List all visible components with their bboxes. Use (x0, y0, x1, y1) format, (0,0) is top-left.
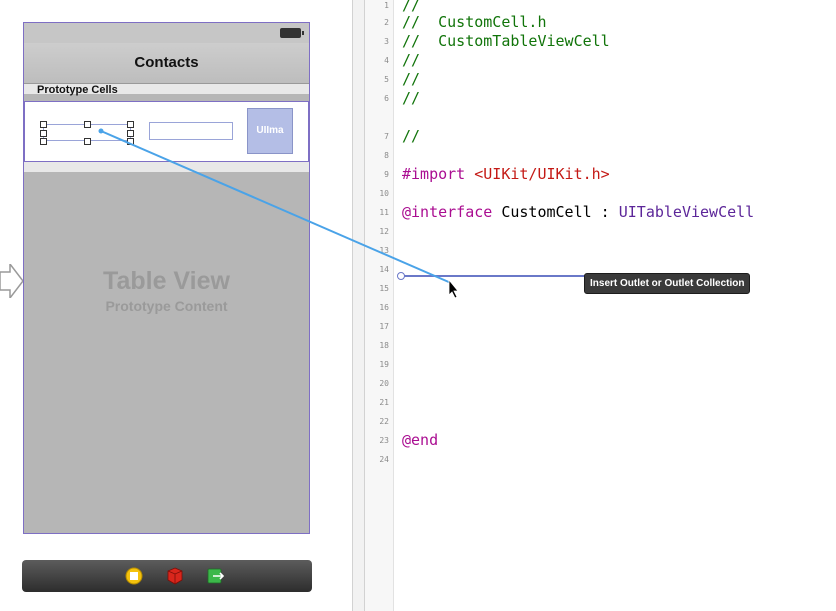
code-line[interactable]: // (402, 51, 420, 69)
code-token: // (402, 51, 421, 69)
first-responder-icon[interactable] (166, 567, 184, 585)
line-number: 14 (379, 265, 389, 274)
assistant-code-editor[interactable]: 1 2 3 4 5 6 7 8 9 10 11 12 13 14 15 16 17 18 19 20 21 22 23 24 … (365, 0, 836, 611)
code-token: #import (402, 165, 475, 183)
line-number: 13 (379, 246, 389, 255)
line-number: 10 (379, 189, 389, 198)
initial-scene-arrow-icon (0, 264, 24, 298)
code-line[interactable]: // (402, 127, 420, 145)
line-number-gutter: 1 2 3 4 5 6 7 8 9 10 11 12 13 14 15 16 17 18 19 20 21 22 23 24 (365, 0, 394, 611)
outlet-insertion-indicator (400, 275, 586, 277)
code-token: // CustomTableViewCell (402, 32, 610, 50)
table-view-controller-scene[interactable]: Contacts Prototype Cells UIIma Table Vie… (23, 22, 310, 534)
code-token: // CustomCell.h (402, 13, 547, 31)
code-token: CustomCell : (492, 203, 619, 221)
code-token: // (402, 0, 421, 14)
line-number: 11 (379, 208, 389, 217)
section-label: Prototype Cells (37, 84, 118, 96)
nav-title[interactable]: Contacts (24, 54, 309, 71)
line-number: 20 (379, 379, 389, 388)
selected-label-view[interactable] (40, 121, 134, 145)
resize-handle[interactable] (127, 130, 134, 137)
code-line[interactable]: // (402, 70, 420, 88)
resize-handle[interactable] (84, 121, 91, 128)
section-footer (24, 162, 309, 172)
insertion-point-icon (397, 272, 405, 280)
exit-icon[interactable] (207, 567, 225, 585)
line-number: 1 (384, 1, 389, 10)
insert-outlet-tooltip: Insert Outlet or Outlet Collection (584, 273, 751, 294)
resize-handle[interactable] (84, 138, 91, 145)
code-line[interactable]: @interface CustomCell : UITableViewCell (402, 203, 754, 221)
line-number: 2 (384, 18, 389, 27)
battery-icon (280, 28, 304, 38)
status-bar (24, 23, 309, 43)
editor-splitter[interactable] (352, 0, 365, 611)
line-number: 23 (379, 436, 389, 445)
resize-handle[interactable] (127, 138, 134, 145)
view-controller-icon[interactable] (125, 567, 143, 585)
code-line[interactable]: // (402, 0, 420, 14)
line-number: 7 (384, 132, 389, 141)
line-number: 24 (379, 455, 389, 464)
line-number: 4 (384, 56, 389, 65)
line-number: 16 (379, 303, 389, 312)
resize-handle[interactable] (40, 121, 47, 128)
line-number: 17 (379, 322, 389, 331)
line-number: 6 (384, 94, 389, 103)
line-number: 9 (384, 170, 389, 179)
line-number: 21 (379, 398, 389, 407)
line-number: 15 (379, 284, 389, 293)
line-number: 8 (384, 151, 389, 160)
line-number: 18 (379, 341, 389, 350)
resize-handle[interactable] (127, 121, 134, 128)
code-line[interactable]: #import <UIKit/UIKit.h> (402, 165, 610, 183)
table-view-placeholder-title: Table View (103, 267, 230, 295)
code-line[interactable]: @end (402, 431, 438, 449)
code-line[interactable]: // (402, 89, 420, 107)
line-number: 22 (379, 417, 389, 426)
cell-text-field[interactable] (149, 122, 233, 140)
code-line[interactable]: // CustomCell.h (402, 13, 547, 31)
line-number: 12 (379, 227, 389, 236)
navigation-bar[interactable]: Contacts (24, 43, 309, 84)
code-token: <UIKit/UIKit.h> (474, 165, 610, 183)
code-token: // (402, 70, 421, 88)
cell-image-view[interactable]: UIIma (247, 108, 293, 154)
table-view-placeholder-subtitle: Prototype Content (105, 298, 228, 314)
resize-handle[interactable] (40, 130, 47, 137)
code-token: @end (402, 431, 439, 449)
storyboard-canvas[interactable]: Contacts Prototype Cells UIIma Table Vie… (0, 0, 352, 611)
line-number: 3 (384, 37, 389, 46)
code-token: @interface (402, 203, 493, 221)
line-number: 5 (384, 75, 389, 84)
code-token: // (402, 127, 421, 145)
resize-handle[interactable] (40, 138, 47, 145)
prototype-cell[interactable]: UIIma (24, 101, 309, 162)
line-number: 19 (379, 360, 389, 369)
code-token: // (402, 89, 421, 107)
code-line[interactable]: // CustomTableViewCell (402, 32, 610, 50)
code-token: UITableViewCell (618, 203, 755, 221)
scene-dock (22, 560, 312, 592)
